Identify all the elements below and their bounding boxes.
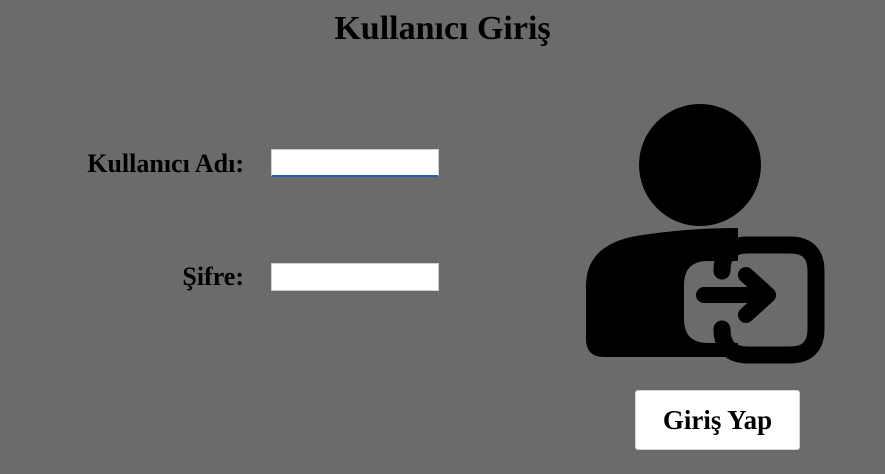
login-button[interactable]: Giriş Yap [635,390,800,450]
username-label: Kullanıcı Adı: [87,149,244,178]
username-input[interactable] [271,149,439,177]
page-title: Kullanıcı Giriş [334,10,551,47]
password-input[interactable] [271,263,439,291]
user-login-icon [586,103,826,365]
password-label: Şifre: [182,262,244,291]
